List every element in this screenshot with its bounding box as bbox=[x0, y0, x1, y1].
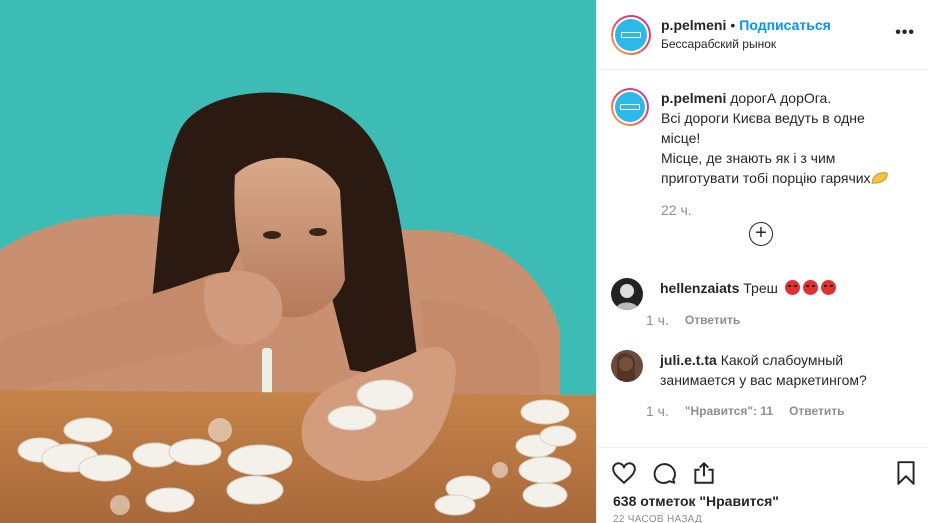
comment-username[interactable]: juli.e.t.ta bbox=[660, 352, 717, 368]
ellipsis-icon[interactable]: ••• bbox=[895, 24, 915, 42]
caption-avatar[interactable] bbox=[611, 88, 649, 126]
heart-icon[interactable] bbox=[611, 460, 637, 486]
caption-timestamp[interactable]: 22 ч. bbox=[661, 200, 889, 220]
likes-count[interactable]: 638 отметок "Нравится" bbox=[613, 493, 779, 509]
comment-timestamp[interactable]: 1 ч. bbox=[646, 312, 669, 328]
follow-button[interactable]: Подписаться bbox=[739, 17, 831, 34]
angry-face-emoji bbox=[802, 280, 818, 295]
profile-avatar[interactable] bbox=[611, 14, 651, 55]
post-image-illustration bbox=[0, 0, 596, 523]
caption-text-line: місце! bbox=[661, 130, 701, 146]
comment-username[interactable]: hellenzaiats bbox=[660, 280, 739, 296]
comment-text: Какой слабоумный bbox=[720, 352, 844, 368]
commenter-avatar[interactable] bbox=[611, 278, 643, 310]
header-username[interactable]: p.pelmeni bbox=[661, 17, 726, 34]
instagram-post: p.pelmeni • Подписаться Бессарабский рын… bbox=[0, 0, 928, 523]
caption-username[interactable]: p.pelmeni bbox=[661, 90, 726, 106]
comment-timestamp[interactable]: 1 ч. bbox=[646, 403, 669, 419]
share-icon[interactable] bbox=[691, 460, 717, 486]
post-side-panel: p.pelmeni • Подписаться Бессарабский рын… bbox=[596, 0, 928, 523]
post-actions: 638 отметок "Нравится" 22 ЧАСОВ НАЗАД bbox=[597, 447, 928, 523]
post-header: p.pelmeni • Подписаться Бессарабский рын… bbox=[597, 0, 928, 70]
location-link[interactable]: Бессарабский рынок bbox=[661, 36, 831, 53]
bookmark-icon[interactable] bbox=[893, 460, 919, 486]
caption-text-line: Місце, де знають як і з чим bbox=[661, 150, 836, 166]
comment-text: Треш bbox=[743, 280, 778, 296]
plus-circle-icon[interactable]: + bbox=[749, 222, 773, 246]
comment-icon[interactable] bbox=[651, 460, 677, 486]
reply-button[interactable]: Ответить bbox=[789, 404, 844, 418]
dumpling-emoji bbox=[871, 172, 888, 184]
commenter-avatar[interactable] bbox=[611, 350, 643, 382]
angry-face-emoji bbox=[820, 280, 836, 295]
post-timestamp[interactable]: 22 ЧАСОВ НАЗАД bbox=[613, 514, 702, 523]
post-photo[interactable] bbox=[0, 0, 596, 523]
caption-text-line: приготувати тобі порцію гарячих bbox=[661, 170, 871, 186]
caption-text-line: дорогА дорОга. bbox=[730, 90, 832, 106]
comment-meta: 1 ч. "Нравится": 11 Ответить bbox=[646, 403, 861, 419]
comment-text: занимается у вас маркетингом? bbox=[660, 372, 867, 388]
separator-dot: • bbox=[730, 16, 736, 33]
comment-item: juli.e.t.ta Какой слабоумный занимается … bbox=[611, 350, 921, 390]
post-caption: p.pelmeni дорогА дорОга. Всі дороги Києв… bbox=[611, 88, 911, 220]
comment-meta: 1 ч. Ответить bbox=[646, 312, 756, 328]
comment-likes-count[interactable]: "Нравится": 11 bbox=[685, 404, 773, 418]
caption-text-line: Всі дороги Києва ведуть в одне bbox=[661, 110, 865, 126]
comment-item: hellenzaiats Треш bbox=[611, 278, 921, 310]
angry-face-emoji bbox=[784, 280, 800, 295]
reply-button[interactable]: Ответить bbox=[685, 313, 740, 327]
